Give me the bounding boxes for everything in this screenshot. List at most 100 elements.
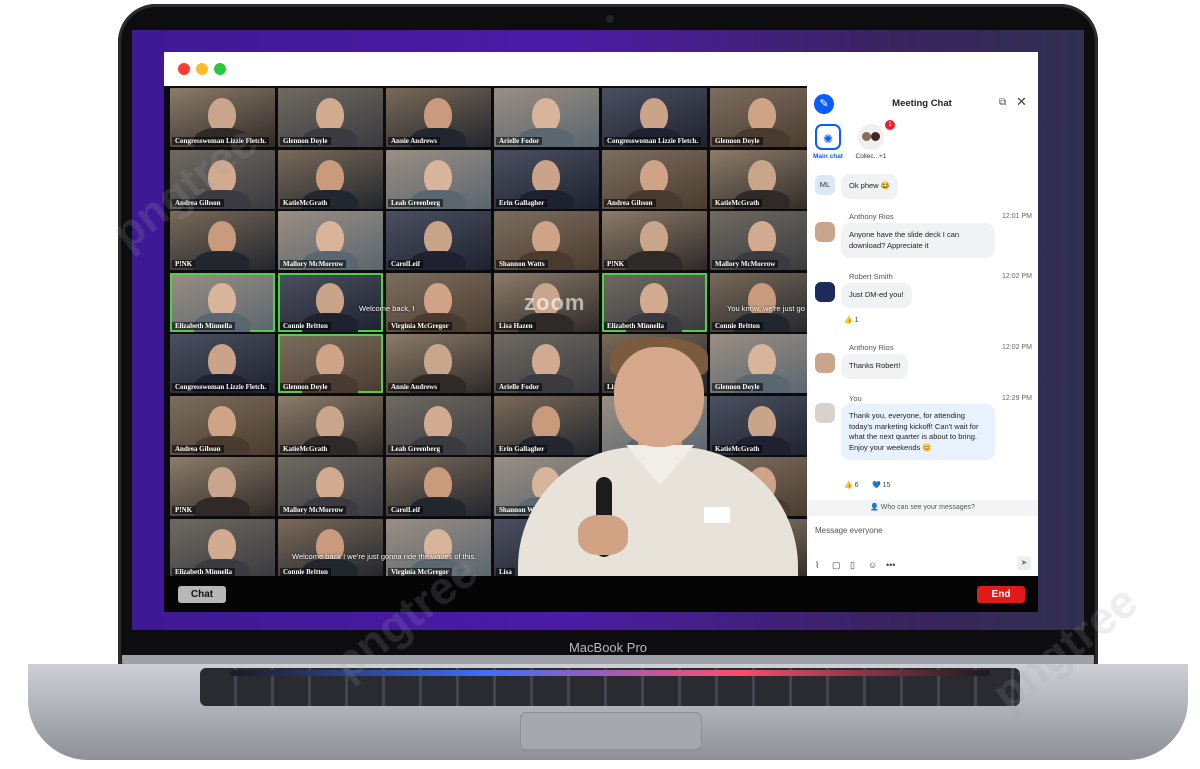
participant-name: Glennon Doyle [280,383,331,391]
video-tile[interactable]: Connie Britton [278,272,383,332]
participant-name: Connie Britton [712,321,763,330]
participant-name: Glennon Doyle [712,137,763,145]
video-tile[interactable]: Congresswoman Lizzie Fletch. [170,88,275,147]
participant-name: P!NK [172,506,196,514]
window-zoom-button[interactable] [214,63,226,75]
screenshot-icon[interactable]: ▢ [832,560,841,571]
video-tile[interactable]: KatieMcGrath [278,149,383,209]
caption-text: Welcome back I we're just gonna ride the… [292,552,477,561]
video-tile[interactable]: Andrea Gibson [170,149,275,209]
participant-name: Annie Andrews [388,137,440,145]
participant-face [640,282,668,317]
video-tile[interactable]: KatieMcGrath [278,395,383,455]
participant-face [316,405,344,440]
video-tile[interactable]: Mallory McMorrow [278,211,383,270]
reaction-badge[interactable]: 👍 6 [844,481,859,489]
participant-name: Connie Britton [280,321,331,330]
tab-main-chat[interactable]: ✺ Main chat [811,124,845,160]
compose-icon[interactable]: ✎ [814,94,834,114]
avatar [815,282,835,302]
reaction-badge[interactable]: 👍 1 [844,316,859,324]
participant-name: Glennon Doyle [280,137,331,145]
trackpad [520,712,702,750]
more-icon[interactable]: ••• [886,560,895,570]
avatar: ML [815,175,835,195]
video-tile[interactable]: Glennon Doyle [710,88,815,147]
video-tile[interactable]: Shannon Watts [494,211,599,270]
participant-name: Mallory McMorrow [280,506,347,514]
window-close-button[interactable] [178,63,190,75]
video-tile[interactable]: CarolLeif [386,457,491,516]
video-tile[interactable]: Connie Britton [278,518,383,578]
participant-name: Leah Greenberg [388,198,444,207]
person-lock-icon: 👤 [870,504,879,511]
chat-title: Meeting Chat [892,98,952,109]
video-tile[interactable]: Andrea Gibson [602,149,707,209]
tab-collections[interactable]: 1 Collec...+1 [851,120,895,160]
video-tile[interactable]: Erin Gallagher [494,149,599,209]
video-tile[interactable]: KatieMcGrath [710,149,815,209]
participant-face [208,344,236,378]
video-tile[interactable]: Congresswoman Lizzie Fletch. [170,334,275,393]
video-tile[interactable]: Virginia McGregor [386,272,491,332]
participant-face [532,98,560,132]
participant-body [194,497,250,516]
video-tile[interactable]: P!NK [602,211,707,270]
video-tile[interactable]: Annie Andrews [386,334,491,393]
chat-button[interactable]: Chat [178,586,226,603]
end-button[interactable]: End [977,586,1025,603]
video-tile[interactable]: Congresswoman Lizzie Fletch. [602,88,707,147]
visibility-note[interactable]: 👤 Who can see your messages? [807,500,1038,516]
video-tile[interactable]: Mallory McMorrow [278,457,383,516]
participant-name: Virginia McGregor [388,321,452,330]
title-bar [164,52,1038,86]
pop-out-icon[interactable]: ⧉ [999,97,1006,108]
chat-panel: ✎ Meeting Chat ⧉ ✕ ✺ Main chat 1 Collec.… [807,86,1038,576]
video-tile[interactable]: Connie Britton [710,272,815,332]
video-tile[interactable]: Andrea Gibson [170,395,275,455]
participant-face [424,467,452,501]
file-icon[interactable]: ▯ [850,560,855,571]
participant-name: P!NK [172,260,196,268]
meeting-controls: Chat End [164,576,1038,612]
video-tile[interactable]: CarolLeif [386,211,491,270]
video-tile[interactable]: P!NK [170,211,275,270]
chat-header: ✎ Meeting Chat ⧉ ✕ [807,86,1038,120]
participant-name: Shannon Watts [496,260,548,268]
reaction-badge[interactable]: 💙 15 [872,481,890,489]
participant-name: Elizabeth Minnella [172,567,235,576]
participant-face [316,98,344,132]
participant-name: Annie Andrews [388,383,440,391]
video-tile[interactable]: Elizabeth Minnella [170,272,275,332]
window-minimize-button[interactable] [196,63,208,75]
video-tile[interactable]: Mallory McMorrow [710,211,815,270]
participant-face [316,467,344,501]
video-tile[interactable]: Annie Andrews [386,88,491,147]
close-icon[interactable]: ✕ [1016,94,1027,110]
video-tile[interactable]: P!NK [170,457,275,516]
video-tile[interactable]: Arielle Fodor [494,88,599,147]
emoji-icon[interactable]: ☺ [868,560,877,570]
participant-face [424,98,452,132]
video-tile[interactable]: Elizabeth Minnella [170,518,275,578]
participant-name: Congresswoman Lizzie Fletch. [172,137,270,145]
format-icon[interactable]: ⌇ [815,560,819,571]
participant-name: Andrea Gibson [172,198,224,207]
group-avatar-icon: 1 [858,120,895,150]
message-bubble: Thanks Robert! [841,354,909,379]
video-tile[interactable]: Glennon Doyle [278,88,383,147]
participant-face [424,405,452,440]
video-tile[interactable]: Virginia McGregor [386,518,491,578]
sender-name: You [849,394,862,403]
participant-face [208,282,236,317]
sender-name: Anthony Rios [849,343,894,352]
participant-name: Leah Greenberg [388,444,444,453]
participant-name: Elizabeth Minnella [172,321,235,330]
video-tile[interactable]: Leah Greenberg [386,149,491,209]
participant-name: Andrea Gibson [172,444,224,453]
send-icon[interactable]: ➤ [1017,556,1031,570]
video-tile[interactable]: Leah Greenberg [386,395,491,455]
video-tile[interactable]: Elizabeth Minnella [602,272,707,332]
video-tile[interactable]: Glennon Doyle [278,334,383,393]
message-input[interactable]: Message everyone [815,526,883,535]
